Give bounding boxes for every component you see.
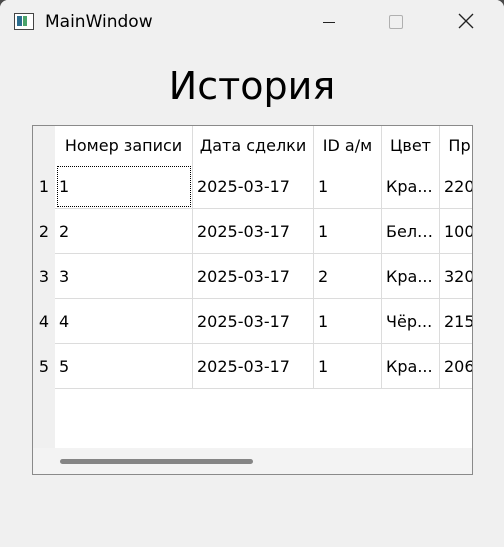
row-header[interactable]: 5 <box>33 344 55 389</box>
table-cell[interactable]: Белый <box>382 209 440 254</box>
table-cell[interactable]: 2025-03-17 <box>193 344 314 389</box>
table-cell[interactable]: 100 <box>440 209 472 254</box>
header-color[interactable]: Цвет <box>382 126 440 164</box>
horizontal-scrollbar-thumb[interactable] <box>60 459 253 464</box>
row-header[interactable]: 2 <box>33 209 55 254</box>
header-record-number[interactable]: Номер записи <box>55 126 193 164</box>
table-cell[interactable]: Чёр... <box>382 299 440 344</box>
maximize-button[interactable] <box>373 0 419 44</box>
header-price[interactable]: Пр <box>440 126 472 164</box>
row-header[interactable]: 1 <box>33 164 55 209</box>
table-cell[interactable]: 220 <box>440 164 472 209</box>
table-cell[interactable]: 1 <box>314 299 382 344</box>
page-title: История <box>168 64 336 108</box>
header-car-id[interactable]: ID а/м <box>314 126 382 164</box>
close-button[interactable] <box>443 0 489 44</box>
table-cell[interactable]: Кра... <box>382 254 440 299</box>
close-icon <box>458 13 474 29</box>
table-cell[interactable]: 1 <box>314 209 382 254</box>
table-cell[interactable]: 5 <box>55 344 193 389</box>
table-corner[interactable] <box>33 126 55 164</box>
table-cell[interactable]: 3 <box>55 254 193 299</box>
table-cell[interactable]: 320 <box>440 254 472 299</box>
header-deal-date[interactable]: Дата сделки <box>193 126 314 164</box>
table-cell[interactable]: 2 <box>55 209 193 254</box>
table-cell[interactable]: 206 <box>440 344 472 389</box>
minimize-button[interactable] <box>306 0 352 44</box>
table-cell[interactable]: Кра... <box>382 164 440 209</box>
table-empty-area <box>55 389 472 448</box>
table-cell[interactable]: 4 <box>55 299 193 344</box>
history-table[interactable]: Номер записи Дата сделки ID а/м Цвет Пр 1 1 202… <box>32 125 473 475</box>
table-cell[interactable]: 2025-03-17 <box>193 209 314 254</box>
table-cell[interactable]: 1 <box>314 344 382 389</box>
table-cell[interactable]: 1 <box>314 164 382 209</box>
main-window: MainWindow История Номер записи Дата сдел… <box>0 0 504 547</box>
table-cell[interactable]: Кра... <box>382 344 440 389</box>
table-grid: Номер записи Дата сделки ID а/м Цвет Пр 1 1 202… <box>33 126 472 448</box>
app-window-icon <box>14 13 34 30</box>
window-title: MainWindow <box>45 12 153 32</box>
horizontal-scrollbar[interactable] <box>33 448 472 474</box>
table-cell[interactable]: 2025-03-17 <box>193 299 314 344</box>
table-cell[interactable]: 2025-03-17 <box>193 254 314 299</box>
table-cell[interactable]: 2 <box>314 254 382 299</box>
row-header[interactable]: 3 <box>33 254 55 299</box>
title-bar[interactable]: MainWindow <box>0 0 504 44</box>
table-cell[interactable]: 2025-03-17 <box>193 164 314 209</box>
row-header-empty <box>33 389 55 448</box>
row-header[interactable]: 4 <box>33 299 55 344</box>
table-cell[interactable]: 1 <box>55 164 193 209</box>
table-cell[interactable]: 215 <box>440 299 472 344</box>
